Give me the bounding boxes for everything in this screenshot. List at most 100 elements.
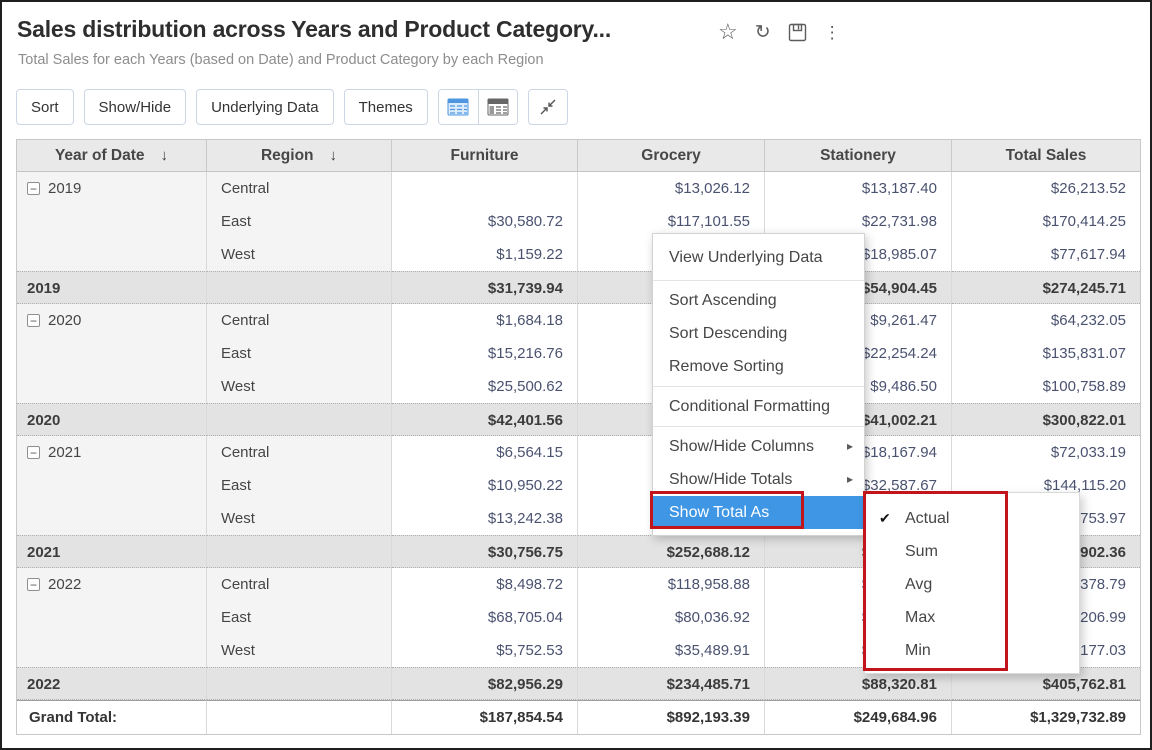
menu-item-conditional-formatting[interactable]: Conditional Formatting (653, 390, 864, 423)
furniture-cell[interactable]: $1,684.18 (392, 304, 578, 337)
total-sales-cell[interactable]: $135,831.07 (952, 337, 1140, 370)
total-sales-cell[interactable]: $300,822.01 (952, 403, 1140, 436)
year-cell[interactable] (17, 601, 207, 634)
furniture-cell[interactable]: $10,950.22 (392, 469, 578, 502)
table-view-dark-icon[interactable] (478, 90, 517, 124)
column-header-total-sales[interactable]: Total Sales (952, 140, 1140, 172)
region-cell[interactable]: East (207, 337, 392, 370)
furniture-cell[interactable]: $6,564.15 (392, 436, 578, 469)
submenu-item-max[interactable]: Max (865, 601, 1079, 634)
collapse-group-icon[interactable] (27, 446, 40, 459)
menu-item-sort-descending[interactable]: Sort Descending (653, 317, 864, 350)
region-cell[interactable]: Central (207, 304, 392, 337)
region-cell[interactable]: Central (207, 568, 392, 601)
total-sales-cell[interactable]: $26,213.52 (952, 172, 1140, 205)
year-cell[interactable] (17, 370, 207, 403)
total-sales-cell[interactable]: $274,245.71 (952, 271, 1140, 304)
grocery-cell[interactable]: $35,489.91 (578, 634, 765, 667)
total-sales-cell[interactable]: $100,758.89 (952, 370, 1140, 403)
menu-item-show-hide-columns[interactable]: Show/Hide Columns (653, 430, 864, 463)
sort-button[interactable]: Sort (16, 89, 74, 125)
region-cell[interactable] (207, 271, 392, 304)
column-header-year[interactable]: Year of Date (17, 140, 207, 172)
submenu-item-min[interactable]: Min (865, 634, 1079, 667)
more-options-icon[interactable] (824, 21, 841, 44)
region-cell[interactable]: West (207, 370, 392, 403)
themes-button[interactable]: Themes (344, 89, 428, 125)
furniture-cell[interactable]: $8,498.72 (392, 568, 578, 601)
menu-item-show-total-as[interactable]: Show Total As (653, 496, 864, 529)
total-sales-cell[interactable]: $1,329,732.89 (952, 700, 1140, 734)
furniture-cell[interactable]: $1,159.22 (392, 238, 578, 271)
total-sales-cell[interactable]: $72,033.19 (952, 436, 1140, 469)
year-cell[interactable]: 2020 (17, 403, 207, 436)
menu-item-view-underlying-data[interactable]: View Underlying Data (653, 238, 864, 277)
collapse-group-icon[interactable] (27, 182, 40, 195)
column-header-furniture[interactable]: Furniture (392, 140, 578, 172)
grocery-cell[interactable]: $892,193.39 (578, 700, 765, 734)
region-cell[interactable] (207, 403, 392, 436)
year-cell[interactable]: 2019 (17, 172, 207, 205)
furniture-cell[interactable]: $187,854.54 (392, 700, 578, 734)
year-cell[interactable] (17, 205, 207, 238)
furniture-cell[interactable]: $13,242.38 (392, 502, 578, 535)
region-cell[interactable] (207, 535, 392, 568)
save-icon[interactable] (788, 23, 807, 42)
furniture-cell[interactable]: $15,216.76 (392, 337, 578, 370)
column-header-grocery[interactable]: Grocery (578, 140, 765, 172)
show-hide-button[interactable]: Show/Hide (84, 89, 187, 125)
year-cell[interactable] (17, 634, 207, 667)
menu-item-sort-ascending[interactable]: Sort Ascending (653, 284, 864, 317)
total-sales-cell[interactable]: $77,617.94 (952, 238, 1140, 271)
furniture-cell[interactable]: $5,752.53 (392, 634, 578, 667)
table-view-blue-icon[interactable] (439, 90, 478, 124)
furniture-cell[interactable]: $31,739.94 (392, 271, 578, 304)
year-cell[interactable]: 2020 (17, 304, 207, 337)
submenu-item-avg[interactable]: Avg (865, 568, 1079, 601)
year-cell[interactable] (17, 502, 207, 535)
menu-item-remove-sorting[interactable]: Remove Sorting (653, 350, 864, 383)
column-header-region[interactable]: Region (207, 140, 392, 172)
region-cell[interactable]: Central (207, 172, 392, 205)
collapse-panel-icon[interactable] (528, 89, 568, 125)
total-sales-cell[interactable]: $170,414.25 (952, 205, 1140, 238)
furniture-cell[interactable]: $30,580.72 (392, 205, 578, 238)
collapse-group-icon[interactable] (27, 314, 40, 327)
furniture-cell[interactable] (392, 172, 578, 205)
region-cell[interactable]: Central (207, 436, 392, 469)
column-header-stationery[interactable]: Stationery (765, 140, 952, 172)
year-cell[interactable] (17, 469, 207, 502)
year-cell[interactable]: 2022 (17, 667, 207, 700)
region-cell[interactable]: West (207, 634, 392, 667)
furniture-cell[interactable]: $68,705.04 (392, 601, 578, 634)
grocery-cell[interactable]: $234,485.71 (578, 667, 765, 700)
region-cell[interactable]: East (207, 205, 392, 238)
grand-total-label-cell[interactable]: Grand Total: (17, 700, 207, 734)
collapse-group-icon[interactable] (27, 578, 40, 591)
submenu-item-actual[interactable]: Actual (865, 502, 1079, 535)
grocery-cell[interactable]: $118,958.88 (578, 568, 765, 601)
furniture-cell[interactable]: $82,956.29 (392, 667, 578, 700)
grocery-cell[interactable]: $13,026.12 (578, 172, 765, 205)
year-cell[interactable]: 2021 (17, 436, 207, 469)
grocery-cell[interactable]: $80,036.92 (578, 601, 765, 634)
total-sales-cell[interactable]: $64,232.05 (952, 304, 1140, 337)
stationery-cell[interactable]: $249,684.96 (765, 700, 952, 734)
menu-item-show-hide-totals[interactable]: Show/Hide Totals (653, 463, 864, 496)
favorite-star-icon[interactable] (718, 21, 738, 44)
furniture-cell[interactable]: $25,500.62 (392, 370, 578, 403)
region-cell[interactable] (207, 667, 392, 700)
submenu-item-sum[interactable]: Sum (865, 535, 1079, 568)
region-cell[interactable]: West (207, 238, 392, 271)
year-cell[interactable] (17, 238, 207, 271)
year-cell[interactable]: 2022 (17, 568, 207, 601)
region-cell[interactable]: East (207, 601, 392, 634)
stationery-cell[interactable]: $13,187.40 (765, 172, 952, 205)
region-cell[interactable]: West (207, 502, 392, 535)
region-cell[interactable]: East (207, 469, 392, 502)
grocery-cell[interactable]: $252,688.12 (578, 535, 765, 568)
underlying-data-button[interactable]: Underlying Data (196, 89, 334, 125)
furniture-cell[interactable]: $30,756.75 (392, 535, 578, 568)
region-cell[interactable] (207, 700, 392, 734)
year-cell[interactable]: 2019 (17, 271, 207, 304)
